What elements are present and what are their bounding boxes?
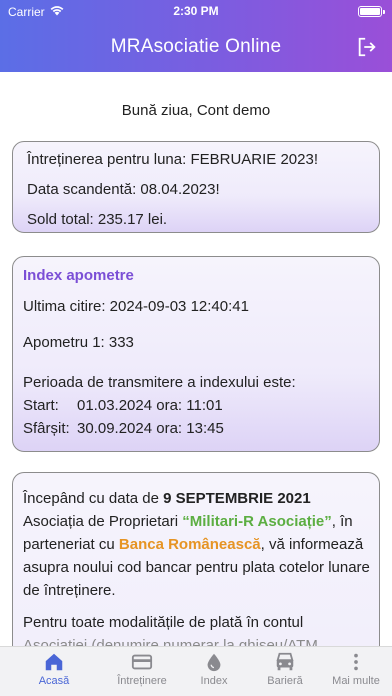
tab-label: Întreținere <box>117 675 167 687</box>
water-drop-icon <box>207 653 221 672</box>
app-title: MRAsociatie Online <box>110 36 282 57</box>
total-balance: Sold total: 235.17 lei. <box>27 211 168 228</box>
period-start-label: Start: <box>23 397 59 414</box>
meter-1-value: Apometru 1: 333 <box>23 334 134 351</box>
period-start: Start: 01.03.2024 ora: 11:01 <box>23 396 223 416</box>
clock: 2:30 PM <box>173 4 219 18</box>
home-icon <box>45 653 63 671</box>
card-icon <box>131 654 153 670</box>
tab-label: Barieră <box>267 675 303 687</box>
bank-name: Banca Românească <box>118 536 261 553</box>
last-reading: Ultima citire: 2024-09-03 12:40:41 <box>23 298 249 315</box>
period-start-value: 01.03.2024 ora: 11:01 <box>77 397 223 414</box>
maintenance-title: Întreținerea pentru luna: FEBRUARIE 2023… <box>27 151 318 168</box>
tab-bariera[interactable]: Barieră <box>246 647 324 696</box>
maintenance-card[interactable]: Întreținerea pentru luna: FEBRUARIE 2023… <box>12 141 380 233</box>
announcement-text: Începând cu data de <box>23 490 164 507</box>
tab-intretinere[interactable]: Întreținere <box>103 647 181 696</box>
bottom-tab-bar: Acasă Întreținere Index Barieră Mai mult… <box>0 646 392 696</box>
tab-label: Index <box>200 675 228 687</box>
announcement-date: 9 SEPTEMBRIE 2021 <box>163 490 311 507</box>
tab-acasa[interactable]: Acasă <box>15 647 93 696</box>
tab-index[interactable]: Index <box>175 647 253 696</box>
status-bar: Carrier 2:30 PM <box>0 0 392 24</box>
announcement-text: Pentru toate modalitățile de plată în co… <box>23 614 304 631</box>
association-name: “Militari-R Asociație” <box>182 513 332 530</box>
more-vertical-icon <box>354 653 358 671</box>
water-index-card[interactable]: Index apometre Ultima citire: 2024-09-03… <box>12 256 380 452</box>
due-date: Data scandentă: 08.04.2023! <box>27 181 220 198</box>
tab-label: Acasă <box>38 675 70 687</box>
water-index-title: Index apometre <box>23 267 134 284</box>
logout-icon[interactable] <box>356 36 378 58</box>
period-end-value: 30.09.2024 ora: 13:45 <box>77 420 224 437</box>
car-icon <box>276 652 294 671</box>
period-end: Sfârșit: 30.09.2024 ora: 13:45 <box>23 419 224 439</box>
battery-icon <box>358 6 385 17</box>
announcement-paragraph-1: Începând cu data de 9 SEPTEMBRIE 2021 As… <box>23 487 373 602</box>
announcement-text: Asociația de Proprietari <box>23 513 183 530</box>
announcement-card: Începând cu data de 9 SEPTEMBRIE 2021 As… <box>12 472 380 672</box>
transmission-period-label: Perioada de transmitere a indexului este… <box>23 374 296 391</box>
period-end-label: Sfârșit: <box>23 420 70 437</box>
tab-label: Mai multe <box>332 675 380 687</box>
app-header: Carrier 2:30 PM MRAsociatie Online <box>0 0 392 72</box>
greeting-text: Bună ziua, Cont demo <box>121 102 271 119</box>
tab-mai-multe[interactable]: Mai multe <box>317 647 392 696</box>
